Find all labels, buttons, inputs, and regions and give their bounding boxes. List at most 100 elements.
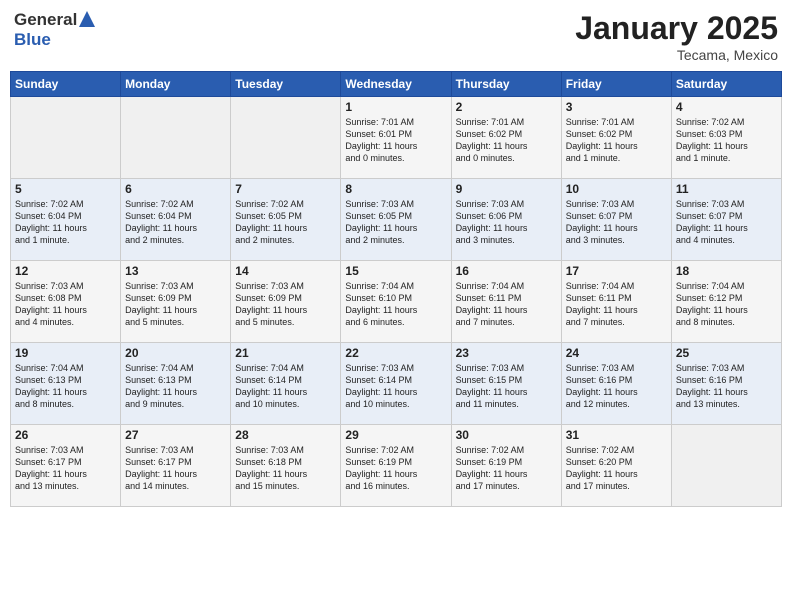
calendar-cell: 3 Sunrise: 7:01 AM Sunset: 6:02 PM Daylig… [561, 97, 671, 179]
day-header-tuesday: Tuesday [231, 72, 341, 97]
calendar-cell: 30 Sunrise: 7:02 AM Sunset: 6:19 PM Dayli… [451, 425, 561, 507]
cell-info: Sunrise: 7:04 AM Sunset: 6:13 PM Dayligh… [125, 362, 226, 411]
cell-info: Sunrise: 7:02 AM Sunset: 6:03 PM Dayligh… [676, 116, 777, 165]
calendar-cell: 2 Sunrise: 7:01 AM Sunset: 6:02 PM Daylig… [451, 97, 561, 179]
cell-info: Sunrise: 7:01 AM Sunset: 6:02 PM Dayligh… [456, 116, 557, 165]
logo-general-text: General [14, 10, 77, 30]
calendar-cell: 1 Sunrise: 7:01 AM Sunset: 6:01 PM Daylig… [341, 97, 451, 179]
cell-info: Sunrise: 7:03 AM Sunset: 6:17 PM Dayligh… [125, 444, 226, 493]
day-number: 4 [676, 100, 777, 114]
calendar-cell: 12Sunrise: 7:03 AM Sunset: 6:08 PM Dayli… [11, 261, 121, 343]
calendar-cell: 31Sunrise: 7:02 AM Sunset: 6:20 PM Dayli… [561, 425, 671, 507]
calendar-cell: 25 Sunrise: 7:03 AM Sunset: 6:16 PM Dayli… [671, 343, 781, 425]
calendar-week-row: 1 Sunrise: 7:01 AM Sunset: 6:01 PM Daylig… [11, 97, 782, 179]
cell-info: Sunrise: 7:03 AM Sunset: 6:06 PM Dayligh… [456, 198, 557, 247]
day-number: 14 [235, 264, 336, 278]
calendar-week-row: 26 Sunrise: 7:03 AM Sunset: 6:17 PM Dayli… [11, 425, 782, 507]
day-number: 12 [15, 264, 116, 278]
cell-info: Sunrise: 7:03 AM Sunset: 6:16 PM Dayligh… [566, 362, 667, 411]
cell-info: Sunrise: 7:02 AM Sunset: 6:04 PM Dayligh… [15, 198, 116, 247]
day-header-saturday: Saturday [671, 72, 781, 97]
calendar-cell: 28 Sunrise: 7:03 AM Sunset: 6:18 PM Dayli… [231, 425, 341, 507]
day-number: 15 [345, 264, 446, 278]
calendar-cell [11, 97, 121, 179]
day-number: 17 [566, 264, 667, 278]
cell-info: Sunrise: 7:03 AM Sunset: 6:05 PM Dayligh… [345, 198, 446, 247]
day-number: 9 [456, 182, 557, 196]
cell-info: Sunrise: 7:04 AM Sunset: 6:12 PM Dayligh… [676, 280, 777, 329]
cell-info: Sunrise: 7:03 AM Sunset: 6:18 PM Dayligh… [235, 444, 336, 493]
calendar-cell: 21Sunrise: 7:04 AM Sunset: 6:14 PM Dayli… [231, 343, 341, 425]
calendar-cell: 27 Sunrise: 7:03 AM Sunset: 6:17 PM Dayli… [121, 425, 231, 507]
cell-info: Sunrise: 7:03 AM Sunset: 6:17 PM Dayligh… [15, 444, 116, 493]
location-subtitle: Tecama, Mexico [575, 47, 778, 63]
calendar-cell [121, 97, 231, 179]
month-year-title: January 2025 [575, 10, 778, 47]
day-number: 2 [456, 100, 557, 114]
day-number: 26 [15, 428, 116, 442]
day-number: 29 [345, 428, 446, 442]
calendar-cell: 5 Sunrise: 7:02 AM Sunset: 6:04 PM Daylig… [11, 179, 121, 261]
day-number: 13 [125, 264, 226, 278]
cell-info: Sunrise: 7:02 AM Sunset: 6:05 PM Dayligh… [235, 198, 336, 247]
title-block: January 2025 Tecama, Mexico [575, 10, 778, 63]
day-number: 1 [345, 100, 446, 114]
calendar-header-row: SundayMondayTuesdayWednesdayThursdayFrid… [11, 72, 782, 97]
calendar-cell: 23 Sunrise: 7:03 AM Sunset: 6:15 PM Dayli… [451, 343, 561, 425]
cell-info: Sunrise: 7:01 AM Sunset: 6:01 PM Dayligh… [345, 116, 446, 165]
calendar-cell: 18 Sunrise: 7:04 AM Sunset: 6:12 PM Dayli… [671, 261, 781, 343]
logo-triangle-icon [79, 11, 95, 27]
day-number: 6 [125, 182, 226, 196]
day-number: 27 [125, 428, 226, 442]
cell-info: Sunrise: 7:03 AM Sunset: 6:07 PM Dayligh… [566, 198, 667, 247]
cell-info: Sunrise: 7:04 AM Sunset: 6:10 PM Dayligh… [345, 280, 446, 329]
day-number: 5 [15, 182, 116, 196]
calendar-cell: 15 Sunrise: 7:04 AM Sunset: 6:10 PM Dayli… [341, 261, 451, 343]
day-number: 19 [15, 346, 116, 360]
day-number: 3 [566, 100, 667, 114]
cell-info: Sunrise: 7:02 AM Sunset: 6:20 PM Dayligh… [566, 444, 667, 493]
cell-info: Sunrise: 7:02 AM Sunset: 6:04 PM Dayligh… [125, 198, 226, 247]
logo-blue-text: Blue [14, 30, 51, 49]
day-number: 22 [345, 346, 446, 360]
calendar-cell: 11Sunrise: 7:03 AM Sunset: 6:07 PM Dayli… [671, 179, 781, 261]
calendar-cell: 26 Sunrise: 7:03 AM Sunset: 6:17 PM Dayli… [11, 425, 121, 507]
cell-info: Sunrise: 7:04 AM Sunset: 6:13 PM Dayligh… [15, 362, 116, 411]
cell-info: Sunrise: 7:03 AM Sunset: 6:07 PM Dayligh… [676, 198, 777, 247]
cell-info: Sunrise: 7:04 AM Sunset: 6:11 PM Dayligh… [456, 280, 557, 329]
day-number: 30 [456, 428, 557, 442]
day-number: 16 [456, 264, 557, 278]
cell-info: Sunrise: 7:03 AM Sunset: 6:09 PM Dayligh… [125, 280, 226, 329]
day-header-sunday: Sunday [11, 72, 121, 97]
calendar-table: SundayMondayTuesdayWednesdayThursdayFrid… [10, 71, 782, 507]
calendar-cell: 19 Sunrise: 7:04 AM Sunset: 6:13 PM Dayli… [11, 343, 121, 425]
day-number: 28 [235, 428, 336, 442]
day-header-monday: Monday [121, 72, 231, 97]
cell-info: Sunrise: 7:04 AM Sunset: 6:11 PM Dayligh… [566, 280, 667, 329]
cell-info: Sunrise: 7:03 AM Sunset: 6:16 PM Dayligh… [676, 362, 777, 411]
day-number: 18 [676, 264, 777, 278]
calendar-cell: 8Sunrise: 7:03 AM Sunset: 6:05 PM Daylig… [341, 179, 451, 261]
day-number: 20 [125, 346, 226, 360]
page-header: General Blue January 2025 Tecama, Mexico [10, 10, 782, 63]
calendar-cell: 6 Sunrise: 7:02 AM Sunset: 6:04 PM Daylig… [121, 179, 231, 261]
calendar-cell: 24 Sunrise: 7:03 AM Sunset: 6:16 PM Dayli… [561, 343, 671, 425]
calendar-cell [671, 425, 781, 507]
day-number: 23 [456, 346, 557, 360]
day-number: 10 [566, 182, 667, 196]
cell-info: Sunrise: 7:02 AM Sunset: 6:19 PM Dayligh… [345, 444, 446, 493]
calendar-cell: 10 Sunrise: 7:03 AM Sunset: 6:07 PM Dayli… [561, 179, 671, 261]
day-header-wednesday: Wednesday [341, 72, 451, 97]
cell-info: Sunrise: 7:01 AM Sunset: 6:02 PM Dayligh… [566, 116, 667, 165]
day-number: 24 [566, 346, 667, 360]
cell-info: Sunrise: 7:02 AM Sunset: 6:19 PM Dayligh… [456, 444, 557, 493]
calendar-week-row: 19 Sunrise: 7:04 AM Sunset: 6:13 PM Dayli… [11, 343, 782, 425]
calendar-cell: 7Sunrise: 7:02 AM Sunset: 6:05 PM Daylig… [231, 179, 341, 261]
day-number: 25 [676, 346, 777, 360]
cell-info: Sunrise: 7:03 AM Sunset: 6:15 PM Dayligh… [456, 362, 557, 411]
cell-info: Sunrise: 7:03 AM Sunset: 6:09 PM Dayligh… [235, 280, 336, 329]
day-header-thursday: Thursday [451, 72, 561, 97]
calendar-cell: 4 Sunrise: 7:02 AM Sunset: 6:03 PM Daylig… [671, 97, 781, 179]
calendar-week-row: 5 Sunrise: 7:02 AM Sunset: 6:04 PM Daylig… [11, 179, 782, 261]
calendar-cell: 16 Sunrise: 7:04 AM Sunset: 6:11 PM Dayli… [451, 261, 561, 343]
